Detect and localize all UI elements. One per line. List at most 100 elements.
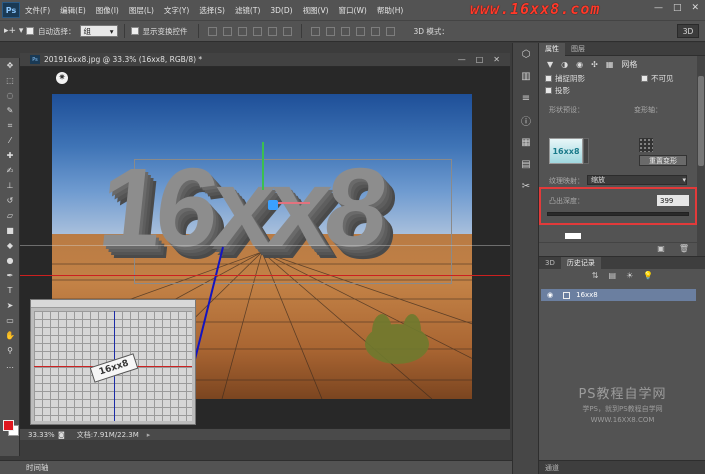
menu-type[interactable]: 文字(Y) — [159, 5, 194, 16]
tools-panel-icon[interactable]: ✂ — [513, 175, 539, 197]
invisible-checkbox[interactable] — [641, 74, 648, 82]
doc-maximize-button[interactable]: □ — [476, 55, 484, 64]
texture-mapping-dropdown[interactable]: 缩放 ▾ — [587, 175, 687, 185]
type-tool-icon[interactable]: T — [0, 283, 20, 298]
eye-icon[interactable]: ◉ — [547, 291, 553, 299]
channels-panel-bar[interactable]: 通道 — [539, 460, 705, 474]
dodge-tool-icon[interactable]: ● — [0, 253, 20, 268]
reset-deform-button[interactable]: 重置变形 — [639, 155, 687, 166]
menu-edit[interactable]: 编辑(E) — [55, 5, 91, 16]
status-menu-arrow-icon[interactable]: ▸ — [147, 431, 151, 439]
move-tool-icon[interactable]: ▸+ ▾ — [4, 23, 26, 39]
tab-properties[interactable]: 属性 — [539, 42, 565, 56]
warp-axis-grid-icon[interactable] — [639, 138, 653, 152]
timeline-panel-bar[interactable]: 时间轴 — [0, 460, 512, 474]
extrusion-depth-input[interactable]: 399 — [657, 195, 689, 206]
show-transform-checkbox[interactable] — [130, 27, 139, 35]
menu-select[interactable]: 选择(S) — [194, 5, 230, 16]
3d-secondary-view[interactable]: 16xx8 — [30, 299, 196, 425]
histogram-icon[interactable]: ▥ — [513, 65, 539, 87]
doc-close-button[interactable]: ✕ — [493, 55, 500, 64]
align-center-icon[interactable] — [267, 26, 277, 36]
menu-file[interactable]: 文件(F) — [20, 5, 55, 16]
blur-tool-icon[interactable]: ◆ — [0, 238, 20, 253]
light-source-icon[interactable]: ✷ — [56, 72, 68, 84]
y-axis-gizmo[interactable] — [262, 142, 264, 190]
light-icon[interactable]: ☀ — [626, 271, 633, 285]
distribute-center-icon[interactable] — [370, 26, 380, 36]
scrollbar-thumb[interactable] — [698, 76, 704, 166]
menu-3d[interactable]: 3D(D) — [265, 6, 297, 15]
tab-channels[interactable]: 通道 — [539, 463, 565, 473]
hand-tool-icon[interactable]: ✋ — [0, 328, 20, 343]
brush-tool-icon[interactable]: ✍ — [0, 163, 20, 178]
crop-tool-icon[interactable]: ⌗ — [0, 118, 20, 133]
pen-tool-icon[interactable]: ✒ — [0, 268, 20, 283]
info-icon[interactable]: ⓘ — [513, 109, 539, 131]
document-tab[interactable]: Ps 201916xx8.jpg @ 33.3% (16xx8, RGB/8) … — [20, 53, 510, 67]
auto-select-checkbox[interactable] — [26, 27, 34, 35]
panel-color-swatch[interactable] — [565, 233, 581, 239]
secondary-view-header[interactable] — [31, 300, 195, 308]
tab-history[interactable]: 历史记录 — [560, 256, 601, 270]
shape-tool-icon[interactable]: ▭ — [0, 313, 20, 328]
properties-scrollbar[interactable] — [697, 56, 705, 256]
distribute-middle-icon[interactable] — [325, 26, 335, 36]
3d-panel-icon[interactable]: ⬡ — [513, 43, 539, 65]
menu-filter[interactable]: 滤镜(T) — [230, 5, 265, 16]
color-panel-icon[interactable]: ▦ — [513, 131, 539, 153]
lasso-tool-icon[interactable]: ◌ — [0, 88, 20, 103]
catch-shadow-checkbox[interactable] — [545, 74, 552, 82]
move-tool-icon[interactable]: ✥ — [0, 58, 20, 73]
adjustments-icon[interactable]: ≡ — [513, 87, 539, 109]
swatches-icon[interactable]: ▤ — [513, 153, 539, 175]
align-right-icon[interactable] — [282, 26, 292, 36]
catch-shadow-row[interactable]: 捕捉阴影 不可见 — [539, 72, 705, 84]
menu-image[interactable]: 图像(I) — [91, 5, 124, 16]
shape-preset-thumbnail[interactable]: 16xx8 — [549, 138, 583, 164]
shape-preset-dropdown[interactable] — [583, 138, 589, 164]
eraser-tool-icon[interactable]: ▱ — [0, 208, 20, 223]
distribute-right-icon[interactable] — [385, 26, 395, 36]
path-select-tool-icon[interactable]: ➤ — [0, 298, 20, 313]
quick-select-tool-icon[interactable]: ✎ — [0, 103, 20, 118]
3d-axis-center-gizmo[interactable] — [268, 200, 278, 210]
menu-layer[interactable]: 图层(L) — [124, 5, 159, 16]
extrusion-depth-slider[interactable] — [547, 212, 689, 216]
tab-3d[interactable]: 3D — [539, 259, 561, 267]
doc-minimize-button[interactable]: — — [458, 55, 466, 64]
align-bottom-icon[interactable] — [237, 26, 247, 36]
menu-window[interactable]: 窗口(W) — [334, 5, 372, 16]
render-icon[interactable]: ▣ — [657, 244, 665, 253]
auto-select-dropdown[interactable]: 组 ▾ — [79, 25, 118, 37]
distribute-bottom-icon[interactable] — [340, 26, 350, 36]
cap-icon[interactable]: ◉ — [576, 60, 583, 69]
layer-icon[interactable]: ▤ — [609, 271, 617, 285]
lightbulb-icon[interactable]: 💡 — [643, 271, 653, 285]
list-item[interactable]: ◉ 16xx8 — [541, 289, 696, 301]
filter-icon[interactable]: ⇅ — [592, 271, 599, 285]
minimize-button[interactable]: — — [654, 3, 663, 13]
cast-shadow-checkbox[interactable] — [545, 86, 552, 94]
deform-icon[interactable]: ◑ — [561, 60, 568, 69]
coordinates-icon[interactable]: ✣ — [591, 60, 598, 69]
align-top-icon[interactable] — [207, 26, 217, 36]
3d-text-object[interactable]: 16xx8 — [93, 145, 388, 270]
menu-help[interactable]: 帮助(H) — [372, 5, 409, 16]
foreground-color-swatch[interactable] — [3, 420, 14, 431]
marquee-tool-icon[interactable]: ⬚ — [0, 73, 20, 88]
stamp-tool-icon[interactable]: ⊥ — [0, 178, 20, 193]
canvas-area[interactable]: ✷ 16xx8 16xx8 — [20, 67, 510, 428]
align-left-icon[interactable] — [252, 26, 262, 36]
status-icon[interactable]: ◙ — [58, 431, 65, 439]
maximize-button[interactable]: □ — [673, 3, 682, 13]
zoom-level[interactable]: 33.33% — [28, 431, 58, 439]
delete-icon[interactable]: 🗑 — [679, 244, 689, 253]
mesh-icon[interactable]: ▼ — [547, 60, 553, 69]
cast-shadow-row[interactable]: 投影 — [539, 84, 705, 96]
more-tools-icon[interactable]: … — [0, 358, 20, 373]
gradient-tool-icon[interactable]: ■ — [0, 223, 20, 238]
history-brush-icon[interactable]: ↺ — [0, 193, 20, 208]
align-middle-icon[interactable] — [222, 26, 232, 36]
distribute-left-icon[interactable] — [355, 26, 365, 36]
